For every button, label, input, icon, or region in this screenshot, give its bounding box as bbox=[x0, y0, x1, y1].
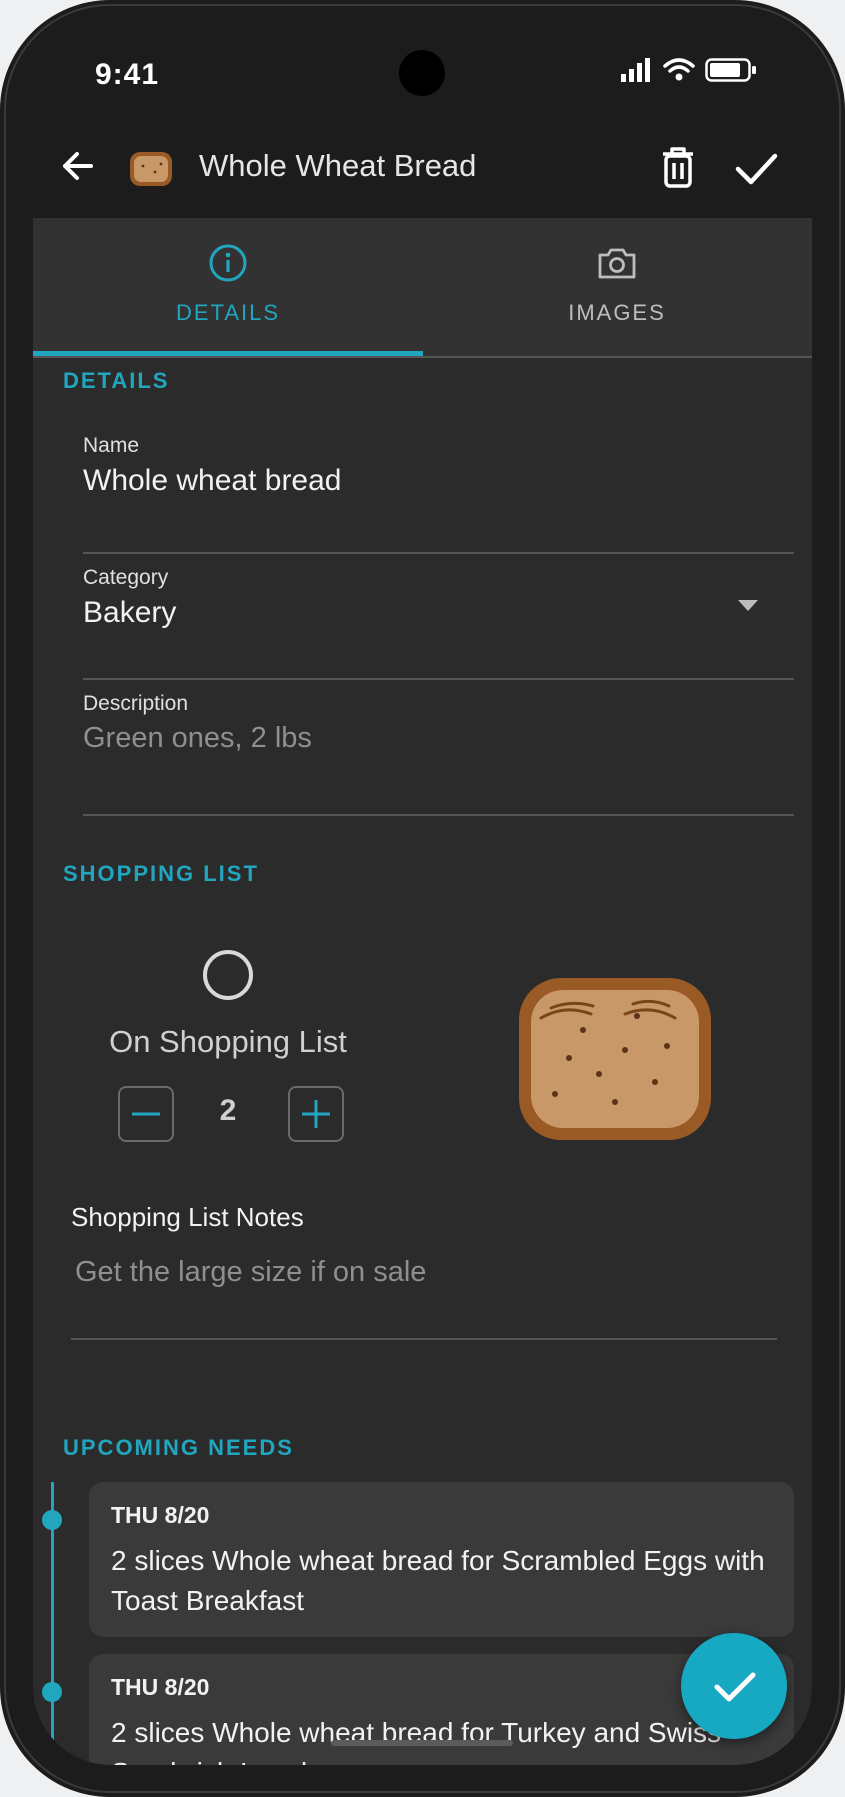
dropdown-arrow-icon[interactable] bbox=[738, 600, 758, 611]
save-fab-button[interactable] bbox=[681, 1633, 787, 1739]
upcoming-need-card[interactable]: THU 8/20 2 slices Whole wheat bread for … bbox=[89, 1482, 794, 1637]
name-field[interactable]: Name Whole wheat bread bbox=[83, 434, 794, 554]
description-placeholder[interactable]: Green ones, 2 lbs bbox=[83, 722, 794, 755]
status-bar: 9:41 bbox=[33, 30, 812, 120]
shopping-list-notes-input[interactable]: Get the large size if on sale bbox=[75, 1256, 426, 1289]
on-shopping-list-label: On Shopping List bbox=[109, 1024, 347, 1059]
wifi-icon bbox=[663, 58, 695, 81]
category-label: Category bbox=[83, 566, 169, 589]
minus-icon bbox=[132, 1112, 160, 1116]
quantity-value: 2 bbox=[219, 1094, 237, 1127]
tab-images[interactable]: IMAGES bbox=[422, 218, 812, 356]
category-field[interactable]: Category Bakery bbox=[83, 566, 794, 680]
bread-image[interactable] bbox=[515, 974, 715, 1144]
on-shopping-list-toggle[interactable] bbox=[203, 950, 253, 1000]
description-field[interactable]: Description Green ones, 2 lbs bbox=[83, 692, 794, 816]
tab-details-label: DETAILS bbox=[175, 300, 281, 325]
need-text: 2 slices Whole wheat bread for Turkey an… bbox=[111, 1717, 722, 1765]
check-icon bbox=[714, 1672, 756, 1702]
tab-images-label: IMAGES bbox=[568, 300, 666, 325]
plus-icon bbox=[302, 1100, 330, 1128]
screen: 9:41 Whole Wheat Bread DETAILS IMAGES DE… bbox=[33, 30, 812, 1765]
active-tab-indicator bbox=[33, 351, 423, 356]
name-label: Name bbox=[83, 434, 140, 457]
details-heading: DETAILS bbox=[63, 368, 170, 393]
info-icon bbox=[209, 244, 247, 282]
upcoming-needs-heading: UPCOMING NEEDS bbox=[63, 1435, 294, 1460]
bread-thumbnail-icon bbox=[130, 152, 172, 186]
timeline-dot bbox=[42, 1510, 62, 1530]
tab-details[interactable]: DETAILS bbox=[33, 218, 423, 356]
status-time: 9:41 bbox=[95, 58, 160, 91]
notes-underline bbox=[71, 1338, 777, 1340]
shopping-list-heading: SHOPPING LIST bbox=[63, 861, 259, 886]
signal-icon bbox=[621, 58, 650, 82]
need-date: THU 8/20 bbox=[111, 1502, 210, 1528]
app-bar: Whole Wheat Bread bbox=[33, 120, 812, 218]
back-arrow-icon[interactable] bbox=[53, 138, 109, 194]
name-value[interactable]: Whole wheat bread bbox=[83, 464, 794, 498]
save-check-icon[interactable] bbox=[730, 142, 782, 194]
phone-frame: 9:41 Whole Wheat Bread DETAILS IMAGES DE… bbox=[0, 0, 845, 1797]
need-text: 2 slices Whole wheat bread for Scrambled… bbox=[111, 1545, 765, 1616]
decrement-button[interactable] bbox=[118, 1086, 174, 1142]
delete-trash-icon[interactable] bbox=[653, 142, 703, 192]
page-title: Whole Wheat Bread bbox=[199, 148, 477, 183]
category-value[interactable]: Bakery bbox=[83, 596, 794, 630]
description-label: Description bbox=[83, 692, 189, 715]
shopping-list-notes-label: Shopping List Notes bbox=[71, 1202, 304, 1232]
home-indicator bbox=[331, 1740, 513, 1746]
status-icons bbox=[621, 58, 757, 82]
battery-icon bbox=[705, 58, 756, 82]
timeline-dot bbox=[42, 1682, 62, 1702]
increment-button[interactable] bbox=[288, 1086, 344, 1142]
camera-icon bbox=[598, 248, 636, 279]
front-camera bbox=[399, 50, 445, 96]
tab-bar: DETAILS IMAGES bbox=[33, 218, 812, 358]
need-date: THU 8/20 bbox=[111, 1674, 210, 1700]
